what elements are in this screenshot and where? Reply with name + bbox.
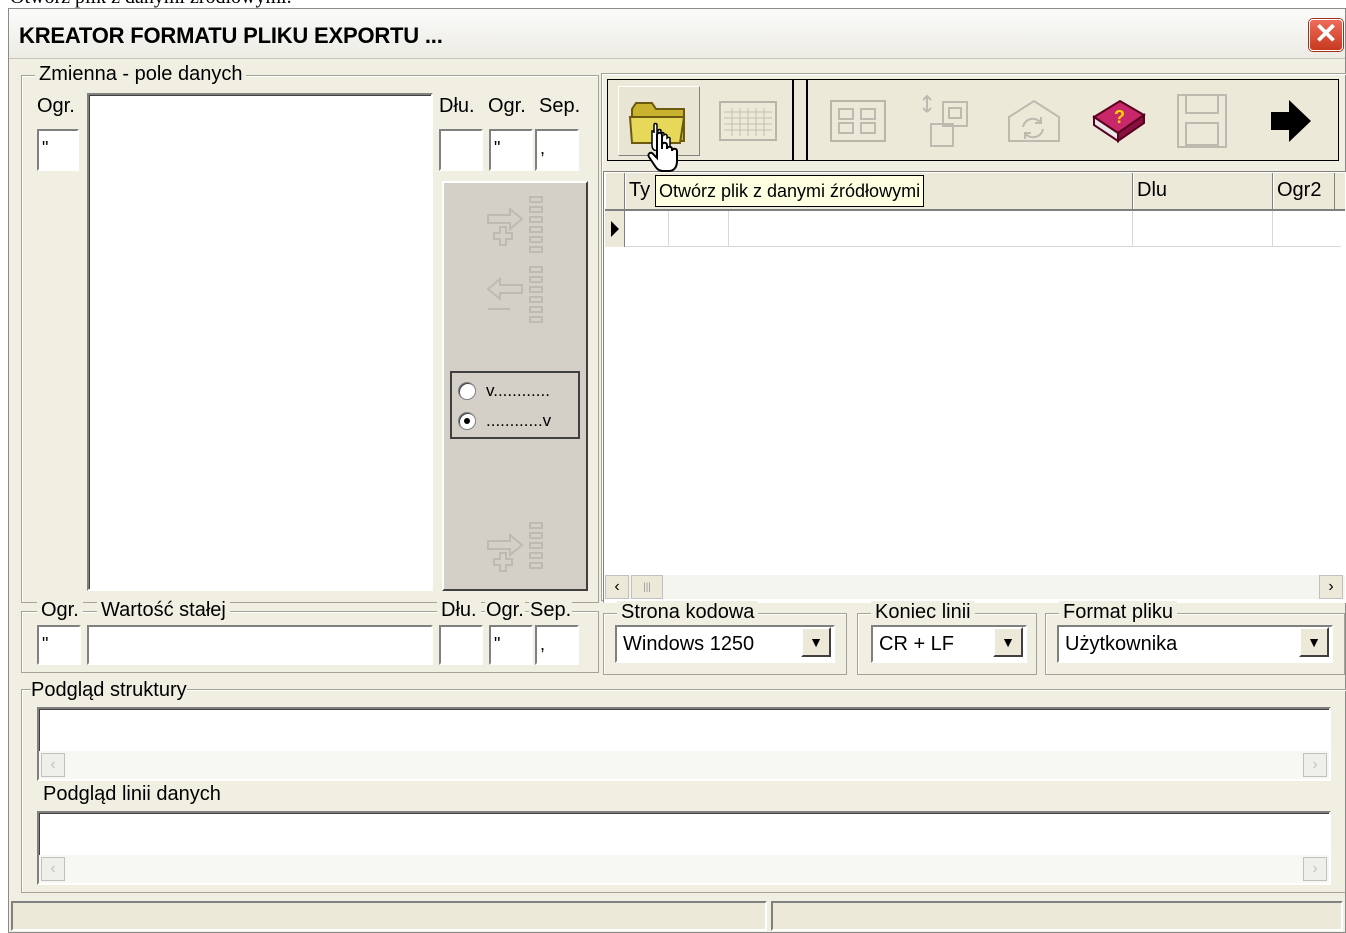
- scroll-right-button[interactable]: ›: [1319, 575, 1343, 599]
- refresh-icon: [1008, 99, 1060, 142]
- row-indicator: [605, 211, 625, 247]
- variable-group-legend: Zmienna - pole danych: [35, 63, 247, 86]
- grid-cell[interactable]: [669, 211, 729, 247]
- help-button[interactable]: ?: [1078, 86, 1158, 156]
- add-field-icon: [487, 196, 543, 253]
- grid-icon: [719, 101, 777, 141]
- sep-input[interactable]: ,: [535, 129, 579, 171]
- columns-icon: [830, 100, 886, 142]
- grid-indicator-header: [605, 173, 625, 209]
- grid-cell[interactable]: [729, 211, 1133, 247]
- line-end-dropdown[interactable]: ▼: [989, 627, 1023, 661]
- scroll-left-button[interactable]: ‹: [41, 753, 65, 777]
- close-button[interactable]: ✕: [1309, 19, 1343, 51]
- toolbar-separator: [792, 80, 794, 160]
- constant-ogr2-input[interactable]: ": [489, 625, 533, 665]
- constant-ogr2-label: Ogr.: [485, 599, 525, 622]
- status-bar-right: [771, 901, 1343, 931]
- codepage-legend: Strona kodowa: [617, 601, 759, 624]
- scroll-left-button[interactable]: ‹: [605, 575, 629, 599]
- codepage-dropdown[interactable]: ▼: [797, 627, 831, 661]
- title-bar: KREATOR FORMATU PLIKU EXPORTU ... ✕: [9, 9, 1345, 59]
- chevron-down-icon[interactable]: ▼: [1299, 627, 1329, 657]
- transfer-icon: [922, 94, 968, 147]
- alignment-radio-group: v............ ............v: [450, 371, 580, 439]
- align-left-option[interactable]: v............: [458, 379, 576, 403]
- refresh-button[interactable]: [992, 86, 1076, 156]
- constant-value-input[interactable]: [87, 625, 433, 665]
- table-row[interactable]: [605, 211, 1341, 247]
- grid-cell[interactable]: [1133, 211, 1273, 247]
- grid-view-button[interactable]: [708, 86, 788, 156]
- row-pointer-icon: [610, 221, 619, 237]
- align-left-radio[interactable]: [458, 382, 476, 400]
- chevron-down-icon[interactable]: ▼: [993, 627, 1023, 657]
- file-format-dropdown[interactable]: ▼: [1295, 627, 1329, 661]
- remove-field-button[interactable]: [482, 263, 548, 323]
- scroll-right-button[interactable]: ›: [1303, 753, 1327, 777]
- ogr-label: Ogr.: [37, 95, 75, 117]
- open-file-tooltip: Otwórz plik z danymi źródłowymi: [655, 175, 925, 207]
- scroll-left-button[interactable]: ‹: [41, 857, 65, 881]
- grid-horizontal-scrollbar[interactable]: ‹ ||| ›: [605, 575, 1345, 599]
- sep-label: Sep.: [539, 95, 581, 117]
- columns-button[interactable]: [816, 86, 900, 156]
- data-line-preview: ‹ ›: [37, 811, 1331, 885]
- file-format-select[interactable]: Użytkownika: [1057, 625, 1333, 663]
- data-line-preview-scrollbar[interactable]: ‹ ›: [39, 855, 1329, 883]
- align-right-option[interactable]: ............v: [458, 409, 576, 433]
- constant-value-legend: Wartość stałej: [97, 599, 230, 622]
- add-constant-icon: [487, 522, 543, 572]
- field-action-panel: v............ ............v: [442, 181, 588, 591]
- chevron-down-icon[interactable]: ▼: [801, 627, 831, 657]
- structure-preview: ‹ ›: [37, 707, 1331, 781]
- align-right-label: ............v: [486, 411, 552, 430]
- toolbar: ?: [607, 79, 1339, 161]
- constant-dlu-label: Dłu.: [437, 599, 481, 622]
- window-title: KREATOR FORMATU PLIKU EXPORTU ...: [19, 23, 443, 48]
- file-format-legend: Format pliku: [1059, 601, 1178, 624]
- constant-ogr-label: Ogr.: [37, 599, 83, 622]
- hand-cursor-icon: [647, 131, 678, 172]
- structure-preview-label: Podgląd struktury: [31, 679, 187, 702]
- dlu-label: Dłu.: [439, 95, 475, 117]
- add-constant-button[interactable]: [482, 519, 548, 579]
- save-button[interactable]: [1160, 86, 1244, 156]
- align-right-radio[interactable]: [458, 412, 476, 430]
- grid-cell[interactable]: [625, 211, 669, 247]
- status-bar-left: [11, 901, 767, 931]
- next-button[interactable]: [1248, 86, 1332, 156]
- constant-sep-label: Sep.: [529, 599, 573, 622]
- ogr2-label: Ogr.: [488, 95, 526, 117]
- data-line-preview-label: Podgląd linii danych: [43, 783, 221, 805]
- add-field-button[interactable]: [482, 193, 548, 253]
- scroll-thumb[interactable]: |||: [631, 575, 663, 599]
- save-disk-icon: [1177, 94, 1227, 148]
- align-left-label: v............: [486, 381, 550, 400]
- export-format-wizard-window: KREATOR FORMATU PLIKU EXPORTU ... ✕ Zmie…: [8, 8, 1346, 933]
- ogr-input[interactable]: ": [37, 129, 79, 171]
- grid-col-ogr2[interactable]: Ogr2: [1273, 173, 1335, 209]
- scroll-right-button[interactable]: ›: [1303, 857, 1327, 881]
- help-book-icon: ?: [1092, 99, 1146, 143]
- dlu-input[interactable]: [439, 129, 483, 171]
- next-arrow-icon: [1271, 100, 1311, 142]
- ogr2-input[interactable]: ": [489, 129, 533, 171]
- toolbar-separator: [806, 80, 808, 160]
- constant-sep-input[interactable]: ,: [535, 625, 579, 665]
- line-end-legend: Koniec linii: [871, 601, 975, 624]
- transfer-button[interactable]: [904, 86, 988, 156]
- grid-col-length[interactable]: Dlu: [1133, 173, 1273, 209]
- constant-ogr-input[interactable]: ": [37, 625, 81, 665]
- constant-dlu-input[interactable]: [439, 625, 483, 665]
- structure-preview-scrollbar[interactable]: ‹ ›: [39, 751, 1329, 779]
- variable-list[interactable]: [87, 93, 433, 591]
- svg-text:?: ?: [1114, 107, 1125, 127]
- remove-field-icon: [486, 266, 543, 323]
